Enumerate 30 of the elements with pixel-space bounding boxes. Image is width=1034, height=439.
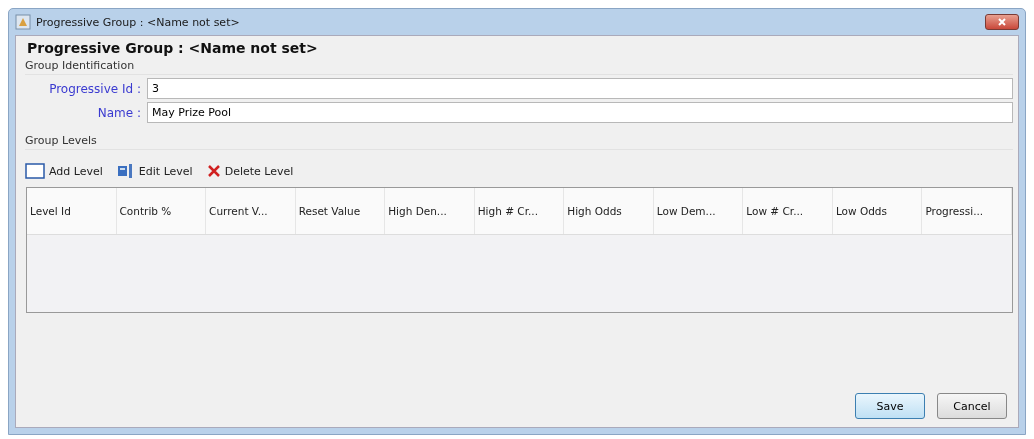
column-header[interactable]: Low # Cr... — [743, 188, 833, 234]
dialog-button[interactable]: Cancel — [937, 393, 1007, 419]
input-field[interactable]: May Prize Pool — [147, 102, 1013, 123]
delete-icon — [206, 164, 221, 178]
dialog-heading: Progressive Group : <Name not set> — [27, 40, 319, 56]
toolbar-button[interactable]: Add Level — [25, 163, 103, 179]
column-header[interactable]: Reset Value — [295, 188, 386, 234]
column-header[interactable]: Low Odds — [832, 188, 923, 234]
close-icon — [997, 17, 1007, 27]
column-header[interactable]: Progressi... — [922, 188, 1012, 234]
close-button[interactable] — [985, 14, 1019, 30]
column-header[interactable]: Low Dem... — [653, 188, 744, 234]
edit-icon — [116, 163, 135, 179]
toolbar-button[interactable]: Edit Level — [116, 163, 193, 179]
dialog-button[interactable]: Save — [855, 393, 925, 419]
column-header[interactable]: Current V... — [206, 188, 296, 234]
column-header[interactable]: Level Id — [27, 188, 117, 234]
app-icon — [15, 14, 31, 30]
toolbar-button[interactable]: Delete Level — [206, 164, 294, 178]
column-header[interactable]: High Den... — [385, 188, 475, 234]
section-title: Group Levels — [25, 134, 1013, 150]
window-title: Progressive Group : <Name not set> — [36, 15, 240, 29]
rectangle-icon — [25, 163, 45, 179]
field-label: Name : — [96, 105, 142, 120]
column-header[interactable]: Contrib % — [116, 188, 207, 234]
field-label: Progressive Id : — [48, 81, 142, 96]
column-header[interactable]: High Odds — [564, 188, 654, 234]
section-title: Group Identification — [25, 59, 1013, 75]
column-header[interactable]: High # Cr... — [474, 188, 565, 234]
input-field[interactable]: 3 — [147, 78, 1013, 99]
